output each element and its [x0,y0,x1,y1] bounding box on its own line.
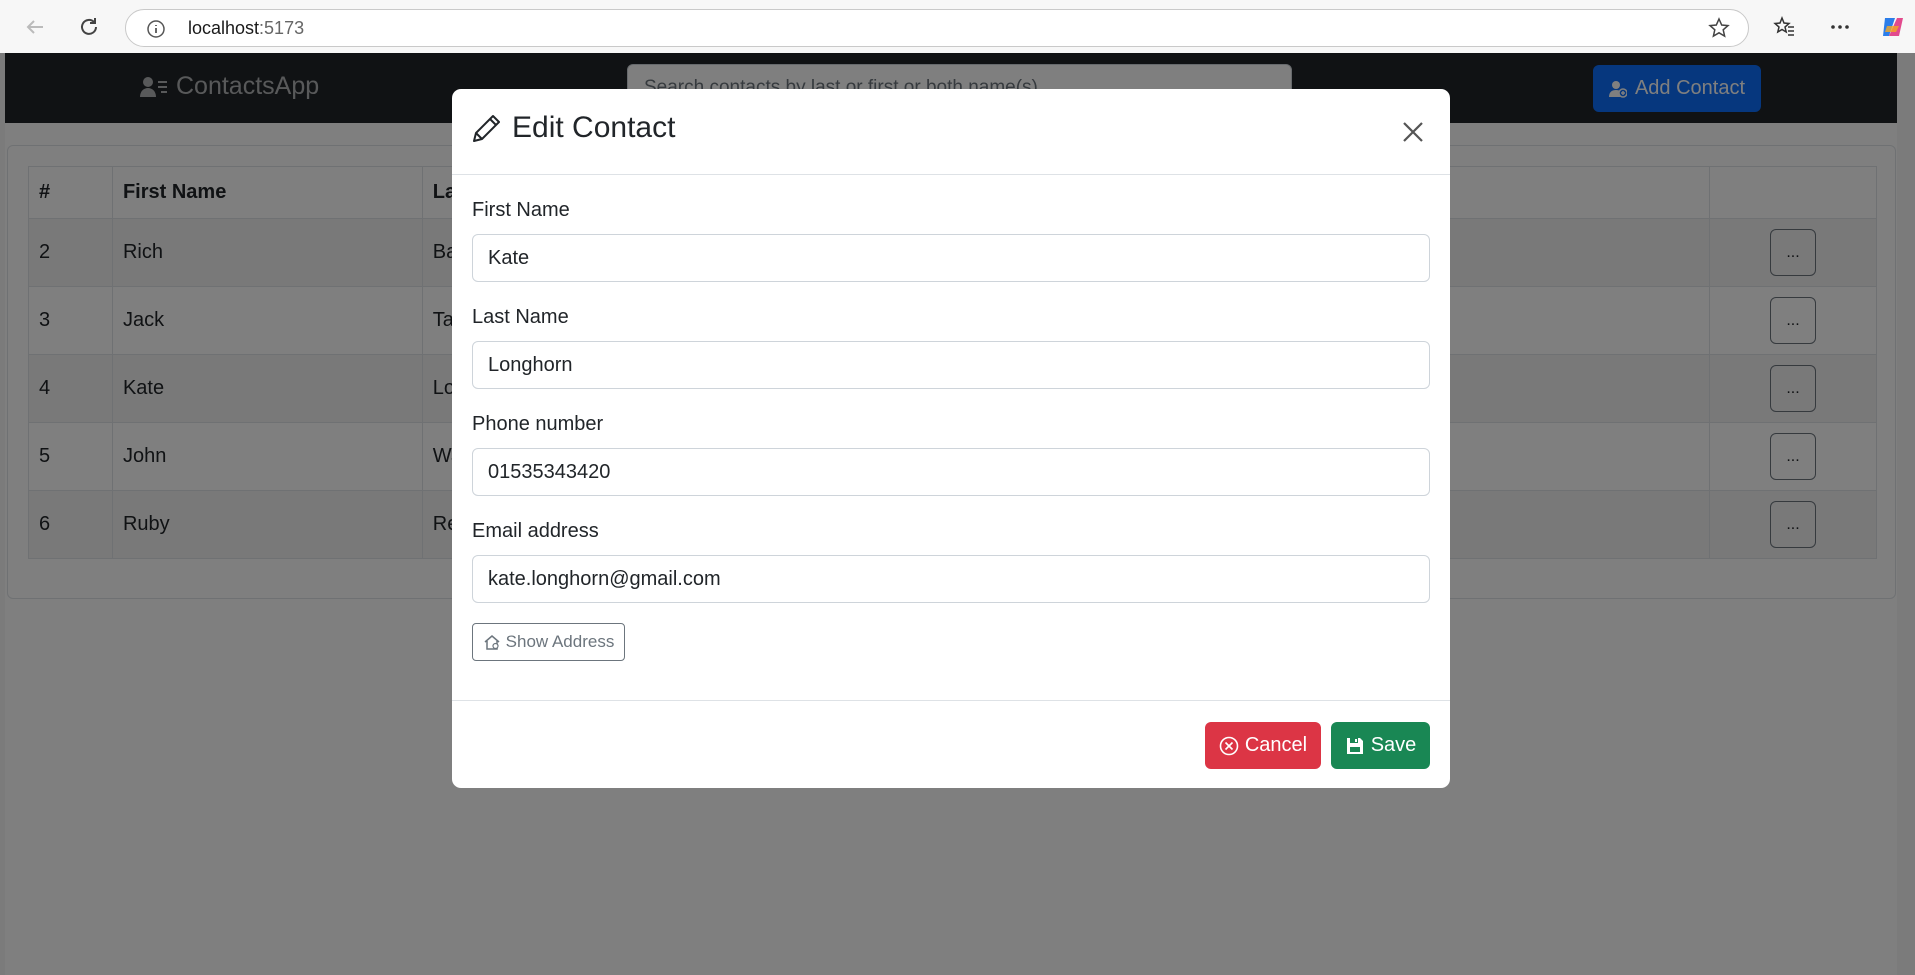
modal-footer-divider [452,700,1450,701]
copilot-button[interactable] [1877,12,1907,42]
modal-header: Edit Contact [452,89,1450,175]
refresh-icon [81,18,97,35]
back-arrow-icon [26,20,43,34]
ellipsis-icon [1831,25,1849,29]
last-name-label: Last Name [472,306,569,328]
house-icon [484,635,500,650]
phone-field[interactable]: 01535343420 [472,448,1430,496]
cancel-button[interactable]: Cancel [1205,722,1321,769]
last-name-field[interactable]: Longhorn [472,341,1430,389]
close-icon [1403,122,1423,142]
edit-contact-modal: Edit Contact First Name Kate Last Name L… [452,89,1450,788]
phone-label: Phone number [472,413,604,435]
show-address-button[interactable]: Show Address [472,623,625,661]
show-address-label: Show Address [505,632,615,651]
save-label: Save [1370,734,1417,756]
close-button[interactable] [1398,117,1428,147]
back-button[interactable] [20,12,50,42]
floppy-disk-icon [1346,737,1363,754]
address-bar[interactable]: localhost:5173 [125,9,1749,47]
modal-title-text: Edit Contact [512,111,676,144]
url-text: localhost:5173 [188,18,305,38]
refresh-button[interactable] [74,12,104,42]
x-circle-icon [1219,736,1239,755]
modal-title: Edit Contact [472,111,675,145]
pencil-icon [473,115,500,142]
more-options-button[interactable] [1825,12,1855,42]
browser-toolbar: localhost:5173 [0,0,1915,53]
save-button[interactable]: Save [1331,722,1430,769]
favorites-icon [1773,15,1794,36]
favorite-star-icon[interactable] [1708,17,1730,44]
cancel-label: Cancel [1244,734,1308,756]
email-label: Email address [472,520,599,542]
copilot-icon [1883,18,1903,36]
info-icon [146,19,166,44]
email-field[interactable]: kate.longhorn@gmail.com [472,555,1430,603]
favorites-button[interactable] [1770,12,1800,42]
first-name-label: First Name [472,199,570,221]
first-name-field[interactable]: Kate [472,234,1430,282]
